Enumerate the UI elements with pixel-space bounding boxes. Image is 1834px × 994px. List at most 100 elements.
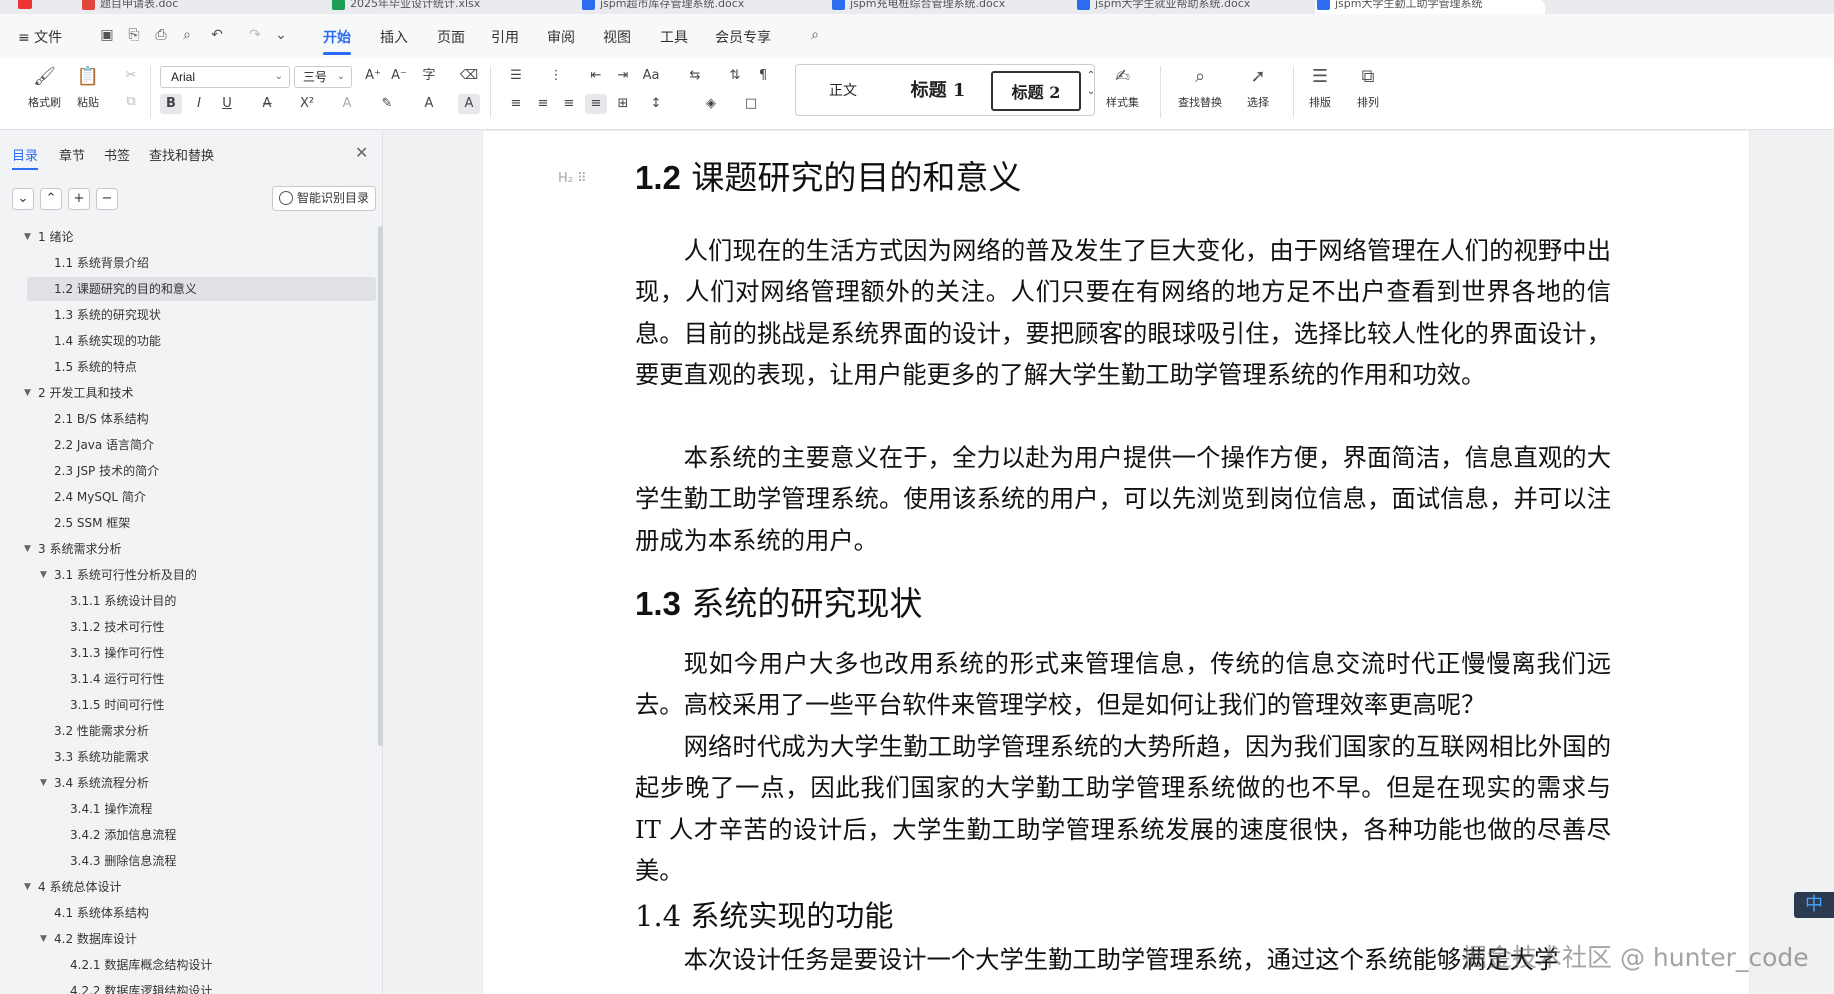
- toc-item[interactable]: 4.2.2 数据库逻辑结构设计: [0, 979, 376, 994]
- superscript-button[interactable]: X²: [296, 94, 318, 114]
- font-name-select[interactable]: Arial ⌄: [160, 66, 290, 88]
- find-replace-button[interactable]: ⌕ 查找替换: [1178, 66, 1222, 110]
- layout-button[interactable]: ☰ 排版: [1308, 66, 1332, 110]
- cut-icon[interactable]: ✂: [120, 66, 142, 86]
- save-icon[interactable]: ▣: [98, 26, 116, 44]
- search-icon[interactable]: ⌕: [806, 26, 824, 44]
- clear-format-icon[interactable]: ⌫: [458, 66, 480, 86]
- char-shading-button[interactable]: A: [458, 94, 480, 114]
- remove-heading-button[interactable]: −: [96, 188, 118, 210]
- expand-toggle-icon[interactable]: ▼: [24, 381, 31, 405]
- shading-icon[interactable]: ◈: [700, 94, 722, 114]
- align-center-icon[interactable]: ≡: [532, 94, 554, 114]
- undo-icon[interactable]: ↶: [208, 26, 226, 44]
- borders-icon[interactable]: □: [740, 94, 762, 114]
- toc-item[interactable]: 2.4 MySQL 简介: [0, 485, 376, 509]
- font-size-select[interactable]: 三号 ⌄: [294, 66, 352, 88]
- toc-item[interactable]: 1.5 系统的特点: [0, 355, 376, 379]
- nav-tab[interactable]: 查找和替换: [149, 145, 214, 164]
- toc-item[interactable]: 1.2 课题研究的目的和意义: [27, 277, 376, 301]
- distributed-icon[interactable]: ⊞: [612, 94, 634, 114]
- expand-toggle-icon[interactable]: ▼: [40, 771, 47, 795]
- toc-item[interactable]: 3.1.3 操作可行性: [0, 641, 376, 665]
- toc-item[interactable]: 3.1.1 系统设计目的: [0, 589, 376, 613]
- style-heading-2[interactable]: 标题 2: [991, 71, 1081, 111]
- toc-item[interactable]: 3.2 性能需求分析: [0, 719, 376, 743]
- gallery-scroll-down-icon[interactable]: ⌄: [1080, 82, 1102, 102]
- sort-icon[interactable]: ⇅: [724, 66, 746, 86]
- heading-handle-icon[interactable]: H₂ ⠿: [558, 171, 587, 186]
- format-painter-button[interactable]: 🖌 格式刷: [28, 66, 61, 110]
- bullets-icon[interactable]: ☰: [505, 66, 527, 86]
- expand-toggle-icon[interactable]: ▼: [40, 563, 47, 587]
- redo-icon[interactable]: ↷: [246, 26, 264, 44]
- highlight-color-button[interactable]: ✎: [376, 94, 398, 114]
- align-right-icon[interactable]: ≡: [558, 94, 580, 114]
- show-marks-icon[interactable]: ¶: [752, 66, 774, 86]
- toc-item[interactable]: 3.1.5 时间可行性: [0, 693, 376, 717]
- print-preview-icon[interactable]: ⌕: [178, 26, 196, 44]
- toc-item[interactable]: 1.4 系统实现的功能: [0, 329, 376, 353]
- smart-toc-button[interactable]: 智能识别目录: [272, 186, 376, 211]
- toc-item[interactable]: ▼ 1 绪论: [0, 225, 376, 249]
- toc-item[interactable]: 2.5 SSM 框架: [0, 511, 376, 535]
- document-tab[interactable]: jspm大学生勤工助学管理系统: [1315, 0, 1545, 14]
- menu-tab[interactable]: 页面: [437, 27, 465, 47]
- document-page[interactable]: H₂ ⠿ 1.2 课题研究的目的和意义 人们现在的生活方式因为网络的普及发生了巨…: [483, 131, 1749, 994]
- toc-item[interactable]: 3.1.4 运行可行性: [0, 667, 376, 691]
- style-heading-1[interactable]: 标题 1: [888, 71, 988, 111]
- style-normal[interactable]: 正文: [808, 71, 878, 111]
- text-effect-button[interactable]: A: [336, 94, 358, 114]
- quick-access-dropdown-icon[interactable]: ⌄: [272, 26, 290, 44]
- menu-tab[interactable]: 引用: [491, 27, 519, 47]
- expand-toggle-icon[interactable]: ▼: [24, 537, 31, 561]
- toc-item[interactable]: 3.1.2 技术可行性: [0, 615, 376, 639]
- collapse-all-button[interactable]: ⌃: [40, 188, 62, 210]
- toc-item[interactable]: ▼ 3 系统需求分析: [0, 537, 376, 561]
- toc-item[interactable]: 4.2.1 数据库概念结构设计: [0, 953, 376, 977]
- menu-tab[interactable]: 会员专享: [715, 27, 771, 47]
- toc-item[interactable]: 1.1 系统背景介绍: [0, 251, 376, 275]
- toc-item[interactable]: 2.2 Java 语言简介: [0, 433, 376, 457]
- expand-toggle-icon[interactable]: ▼: [40, 927, 47, 951]
- toc-item[interactable]: ▼ 3.1 系统可行性分析及目的: [0, 563, 376, 587]
- toc-item[interactable]: ▼ 3.4 系统流程分析: [0, 771, 376, 795]
- select-button[interactable]: ➚ 选择: [1246, 66, 1270, 110]
- document-tab[interactable]: 题目申请表.doc: [80, 0, 310, 14]
- arrange-button[interactable]: ⧉ 排列: [1356, 66, 1380, 110]
- menu-tab[interactable]: 工具: [660, 27, 688, 47]
- share-icon[interactable]: ⎘: [125, 26, 143, 44]
- case-icon[interactable]: Aa: [640, 66, 662, 86]
- toc-item[interactable]: ▼ 4.2 数据库设计: [0, 927, 376, 951]
- toc-item[interactable]: 3.4.3 删除信息流程: [0, 849, 376, 873]
- toc-item[interactable]: ▼ 2 开发工具和技术: [0, 381, 376, 405]
- font-color-button[interactable]: A: [418, 94, 440, 114]
- underline-button[interactable]: U: [216, 94, 238, 114]
- shrink-font-icon[interactable]: A⁻: [388, 66, 410, 86]
- style-set-button[interactable]: ✍ 样式集: [1106, 66, 1139, 110]
- file-menu[interactable]: ≡ 文件: [18, 27, 62, 47]
- justify-icon[interactable]: ≡: [585, 94, 607, 114]
- toc-item[interactable]: 3.3 系统功能需求: [0, 745, 376, 769]
- ime-indicator[interactable]: 中: [1794, 892, 1834, 918]
- toc-item[interactable]: ▼ 4 系统总体设计: [0, 875, 376, 899]
- toc-item[interactable]: 2.3 JSP 技术的简介: [0, 459, 376, 483]
- nav-tab[interactable]: 目录: [12, 145, 39, 170]
- increase-indent-icon[interactable]: ⇥: [612, 66, 634, 86]
- italic-button[interactable]: I: [188, 94, 210, 114]
- document-tab[interactable]: jspm超市库存管理系统.docx: [580, 0, 810, 14]
- menu-tab[interactable]: 视图: [603, 27, 631, 47]
- print-icon[interactable]: ⎙: [152, 26, 170, 44]
- nav-scrollbar[interactable]: [378, 226, 383, 746]
- phonetic-icon[interactable]: 字: [418, 66, 440, 86]
- text-direction-icon[interactable]: ⇆: [684, 66, 706, 86]
- decrease-indent-icon[interactable]: ⇤: [585, 66, 607, 86]
- menu-tab[interactable]: 开始: [323, 27, 351, 55]
- toc-item[interactable]: 4.1 系统体系结构: [0, 901, 376, 925]
- expand-toggle-icon[interactable]: ▼: [24, 225, 31, 249]
- nav-tab[interactable]: 书签: [104, 145, 130, 164]
- grow-font-icon[interactable]: A⁺: [362, 66, 384, 86]
- menu-tab[interactable]: 审阅: [547, 27, 575, 47]
- bold-button[interactable]: B: [160, 94, 182, 114]
- close-icon[interactable]: ✕: [355, 143, 368, 162]
